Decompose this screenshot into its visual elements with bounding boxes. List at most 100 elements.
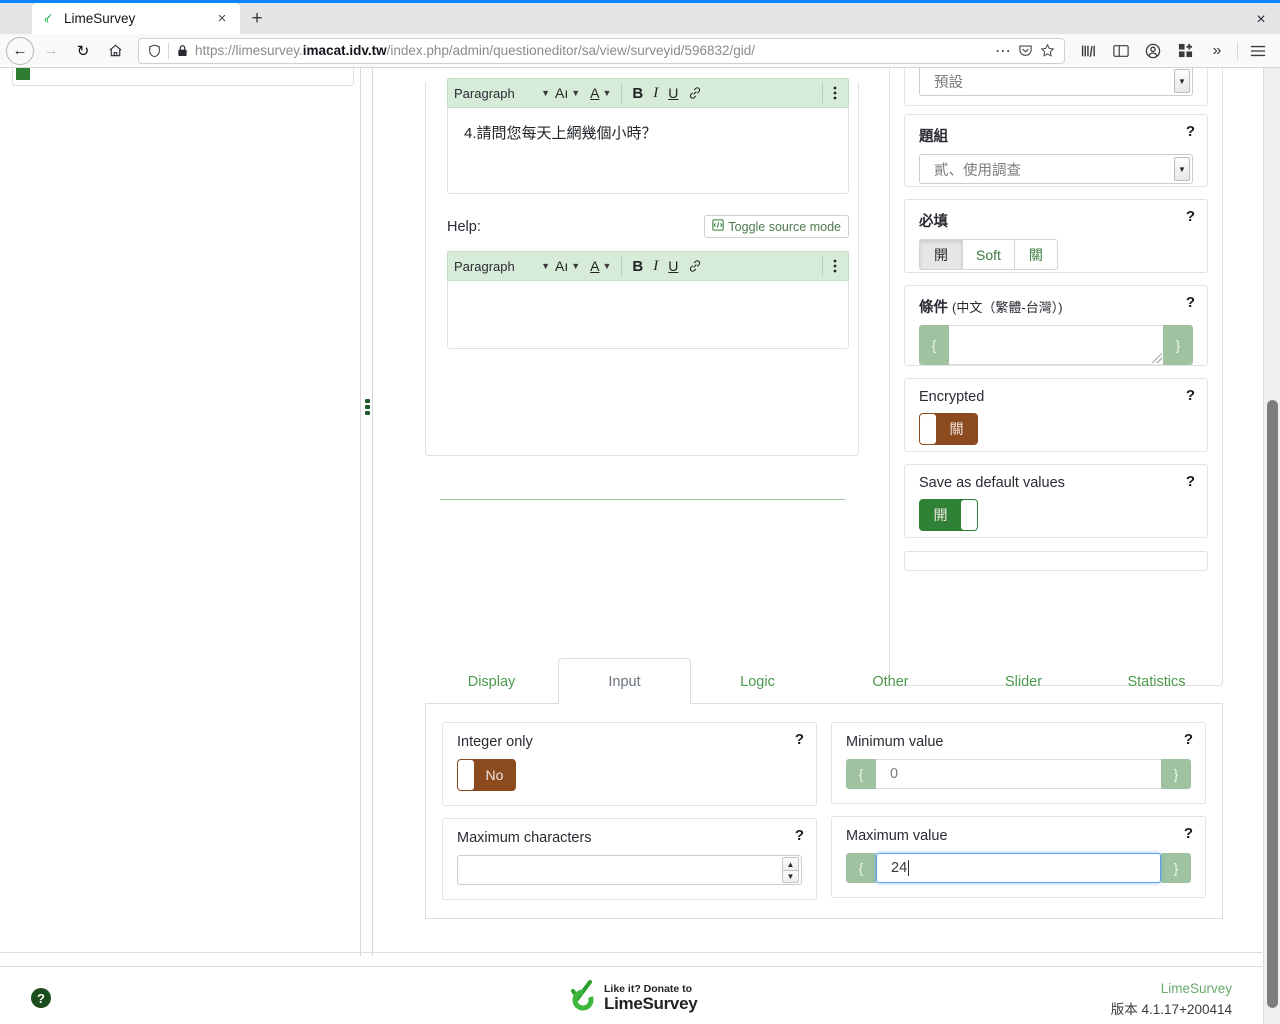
sidebar-resize-handle[interactable] xyxy=(365,399,370,415)
chevron-down-icon[interactable]: ▼ xyxy=(782,870,799,883)
tab-slider[interactable]: Slider xyxy=(957,658,1090,704)
mandatory-option-on[interactable]: 開 xyxy=(919,239,963,270)
help-question-icon[interactable]: ? xyxy=(1186,387,1195,404)
hamburger-menu-icon[interactable] xyxy=(1242,37,1274,65)
question-group-select[interactable]: 貳、使用調查 ▼ xyxy=(919,154,1193,184)
italic-button[interactable]: I xyxy=(648,81,663,105)
home-icon[interactable] xyxy=(100,37,130,65)
default-select[interactable]: 預設 ▼ xyxy=(919,68,1193,96)
minimum-value-input[interactable]: 0 xyxy=(876,759,1161,789)
question-text-editor: Paragraph ▼ Aı ▼ A ▼ B I U 4.請問您每天上網幾個小時… xyxy=(447,78,849,194)
help-label: Help: xyxy=(447,218,481,235)
tab-statistics[interactable]: Statistics xyxy=(1090,658,1223,704)
tab-display[interactable]: Display xyxy=(425,658,558,704)
tab-logic[interactable]: Logic xyxy=(691,658,824,704)
quantity-stepper[interactable]: ▲ ▼ xyxy=(782,857,799,883)
overflow-chevrons-icon[interactable]: » xyxy=(1201,37,1233,65)
ellipsis-icon[interactable]: ⋯ xyxy=(992,41,1014,61)
panel-default-select: 預設 ▼ xyxy=(904,68,1208,106)
library-icon[interactable] xyxy=(1073,37,1105,65)
back-arrow-icon[interactable]: ← xyxy=(6,36,34,65)
handle-dot xyxy=(365,399,370,403)
scrollbar-thumb[interactable] xyxy=(1267,400,1278,1008)
condition-textarea[interactable] xyxy=(949,325,1163,365)
browser-tab-limesurvey[interactable]: LimeSurvey × xyxy=(32,3,240,34)
font-size-dropdown[interactable]: Aı ▼ xyxy=(550,81,585,105)
maximum-value-input[interactable]: 24 xyxy=(876,853,1161,883)
left-question-list-panel xyxy=(12,68,354,86)
help-question-icon[interactable]: ? xyxy=(795,731,804,748)
close-icon[interactable]: × xyxy=(212,9,232,29)
bold-button[interactable]: B xyxy=(627,254,648,278)
star-icon[interactable] xyxy=(1036,43,1058,58)
url-bar[interactable]: https://limesurvey.imacat.idv.tw/index.p… xyxy=(138,37,1065,64)
vertical-scrollbar[interactable] xyxy=(1263,68,1280,1024)
mandatory-option-off[interactable]: 關 xyxy=(1013,239,1058,270)
integer-only-toggle[interactable]: No xyxy=(457,759,516,791)
chevron-down-icon: ▼ xyxy=(571,261,581,271)
toggle-source-mode-button[interactable]: Toggle source mode xyxy=(704,215,849,238)
vertical-ellipsis-icon[interactable] xyxy=(828,254,842,278)
italic-button[interactable]: I xyxy=(648,254,663,278)
link-icon[interactable] xyxy=(683,254,707,278)
url-path: /index.php/admin/questioneditor/sa/view/… xyxy=(386,43,756,58)
field-integer-only: Integer only ? No xyxy=(442,722,817,806)
help-circle-icon[interactable]: ? xyxy=(30,987,52,1014)
help-question-icon[interactable]: ? xyxy=(1184,731,1193,748)
paragraph-format-dropdown[interactable]: Paragraph ▼ xyxy=(454,259,550,274)
paragraph-format-dropdown[interactable]: Paragraph ▼ xyxy=(454,86,550,101)
extensions-icon[interactable] xyxy=(1169,37,1201,65)
help-question-icon[interactable]: ? xyxy=(1184,825,1193,842)
minimum-value-label: Minimum value xyxy=(846,734,944,750)
bold-button[interactable]: B xyxy=(627,81,648,105)
underline-button[interactable]: U xyxy=(663,254,683,278)
font-color-dropdown[interactable]: A ▼ xyxy=(585,254,616,278)
question-indicator-chip xyxy=(16,68,30,80)
underline-button[interactable]: U xyxy=(663,81,683,105)
pocket-icon[interactable] xyxy=(1014,43,1036,58)
font-color-dropdown[interactable]: A ▼ xyxy=(585,81,616,105)
help-question-icon[interactable]: ? xyxy=(1186,123,1195,140)
tabs-nav: Display Input Logic Other Slider Statist… xyxy=(425,658,1223,704)
default-select-value: 預設 xyxy=(934,74,963,91)
help-question-icon[interactable]: ? xyxy=(1186,208,1195,225)
padlock-icon[interactable] xyxy=(174,44,190,57)
question-group-value: 貳、使用調查 xyxy=(934,162,1021,179)
question-settings-sidebar: 預設 ▼ 題組 ? 貳、使用調查 ▼ 必填 ? 開 Soft 關 條件 (中文（… xyxy=(889,68,1223,686)
mandatory-label: 必填 xyxy=(919,214,948,230)
vertical-ellipsis-icon[interactable] xyxy=(828,81,842,105)
encrypted-toggle[interactable]: 關 xyxy=(919,413,978,445)
help-question-icon[interactable]: ? xyxy=(1186,294,1195,311)
url-text[interactable]: https://limesurvey.imacat.idv.tw/index.p… xyxy=(190,43,992,58)
help-question-icon[interactable]: ? xyxy=(1186,473,1195,490)
reload-icon[interactable]: ↻ xyxy=(68,37,98,65)
question-editor-toolbar: Paragraph ▼ Aı ▼ A ▼ B I U xyxy=(447,78,849,108)
condition-expression-field: { } xyxy=(919,325,1193,365)
footer-product-link[interactable]: LimeSurvey xyxy=(1111,981,1232,996)
donate-logo[interactable]: Like it? Donate to LimeSurvey xyxy=(566,979,698,1018)
field-maximum-characters: Maximum characters ? ▲ ▼ xyxy=(442,818,817,900)
sidebar-icon[interactable] xyxy=(1105,37,1137,65)
help-question-icon[interactable]: ? xyxy=(795,827,804,844)
help-text-area[interactable] xyxy=(447,281,849,349)
font-size-dropdown[interactable]: Aı ▼ xyxy=(550,254,585,278)
tab-input[interactable]: Input xyxy=(558,658,691,704)
maximum-characters-input[interactable]: ▲ ▼ xyxy=(457,855,802,885)
resize-grip-icon[interactable] xyxy=(1152,353,1162,363)
panel-encrypted: Encrypted ? 關 xyxy=(904,378,1208,452)
forward-arrow-icon[interactable]: → xyxy=(36,37,66,65)
account-icon[interactable] xyxy=(1137,37,1169,65)
save-as-default-toggle[interactable]: 開 xyxy=(919,499,978,531)
window-close-button[interactable]: × xyxy=(1246,7,1276,33)
tab-other[interactable]: Other xyxy=(824,658,957,704)
question-text-area[interactable]: 4.請問您每天上網幾個小時？ xyxy=(447,108,849,194)
tracking-protection-shield-icon[interactable] xyxy=(145,44,163,58)
browser-chrome: LimeSurvey × + × ← → ↻ https://limesurve… xyxy=(0,0,1280,69)
new-tab-button[interactable]: + xyxy=(240,3,274,34)
mandatory-option-soft[interactable]: Soft xyxy=(962,239,1015,270)
urlbar-divider xyxy=(168,42,169,59)
maximum-characters-value[interactable] xyxy=(458,856,782,884)
chevron-up-icon[interactable]: ▲ xyxy=(782,857,799,870)
donate-line-2: LimeSurvey xyxy=(604,994,698,1014)
link-icon[interactable] xyxy=(683,81,707,105)
